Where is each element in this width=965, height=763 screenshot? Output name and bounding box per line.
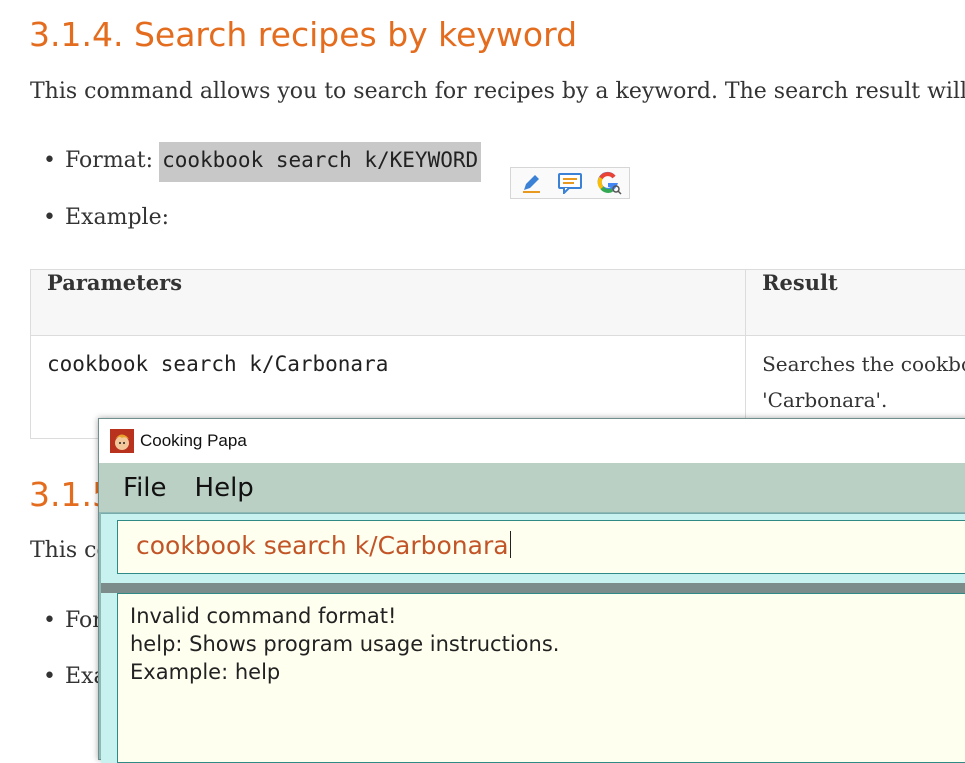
example-bullet: •Example: (43, 205, 169, 230)
pane-divider[interactable] (101, 583, 965, 593)
format-bullet: •Format:cookbook search k/KEYWORD (43, 148, 481, 173)
command-input-text: cookbook search k/Carbonara (136, 531, 509, 560)
param-code: cookbook search k/Carbonara (47, 352, 388, 376)
table-header-result: Result (746, 270, 965, 336)
cooking-papa-window: Cooking Papa File Help cookbook search k… (98, 418, 965, 760)
result-line-2: 'Carbonara'. (762, 388, 965, 412)
table-header-row: Parameters Result (31, 270, 965, 336)
result-line: Invalid command format! (130, 602, 965, 630)
window-titlebar[interactable]: Cooking Papa (99, 419, 965, 463)
format-label: Format: (65, 148, 153, 173)
window-title: Cooking Papa (140, 431, 247, 451)
menu-bar: File Help (99, 463, 965, 512)
table-header-parameters: Parameters (31, 270, 746, 336)
section-heading-search: 3.1.4. Search recipes by keyword (29, 15, 577, 54)
example-label: Example: (65, 205, 169, 230)
google-search-icon[interactable] (593, 169, 625, 197)
selection-toolbar (510, 167, 630, 199)
command-pane: cookbook search k/Carbonara (101, 513, 965, 584)
text-caret (510, 531, 511, 558)
chef-app-icon (110, 429, 134, 453)
result-line: Example: help (130, 658, 965, 686)
result-line: help: Shows program usage instructions. (130, 630, 965, 658)
result-display: Invalid command format! help: Shows prog… (117, 593, 965, 763)
command-input[interactable]: cookbook search k/Carbonara (117, 520, 965, 574)
result-pane: Invalid command format! help: Shows prog… (101, 593, 965, 763)
menu-file[interactable]: File (123, 473, 167, 503)
menu-help[interactable]: Help (195, 473, 254, 503)
section-intro: This command allows you to search for re… (30, 79, 965, 104)
example-table: Parameters Result cookbook search k/Carb… (30, 269, 965, 439)
pencil-icon[interactable] (515, 169, 547, 197)
format-code[interactable]: cookbook search k/KEYWORD (159, 142, 481, 182)
comment-icon[interactable] (554, 169, 586, 197)
result-line-1: Searches the cookbo (762, 352, 965, 376)
format-bullet-next: •For (43, 608, 103, 633)
